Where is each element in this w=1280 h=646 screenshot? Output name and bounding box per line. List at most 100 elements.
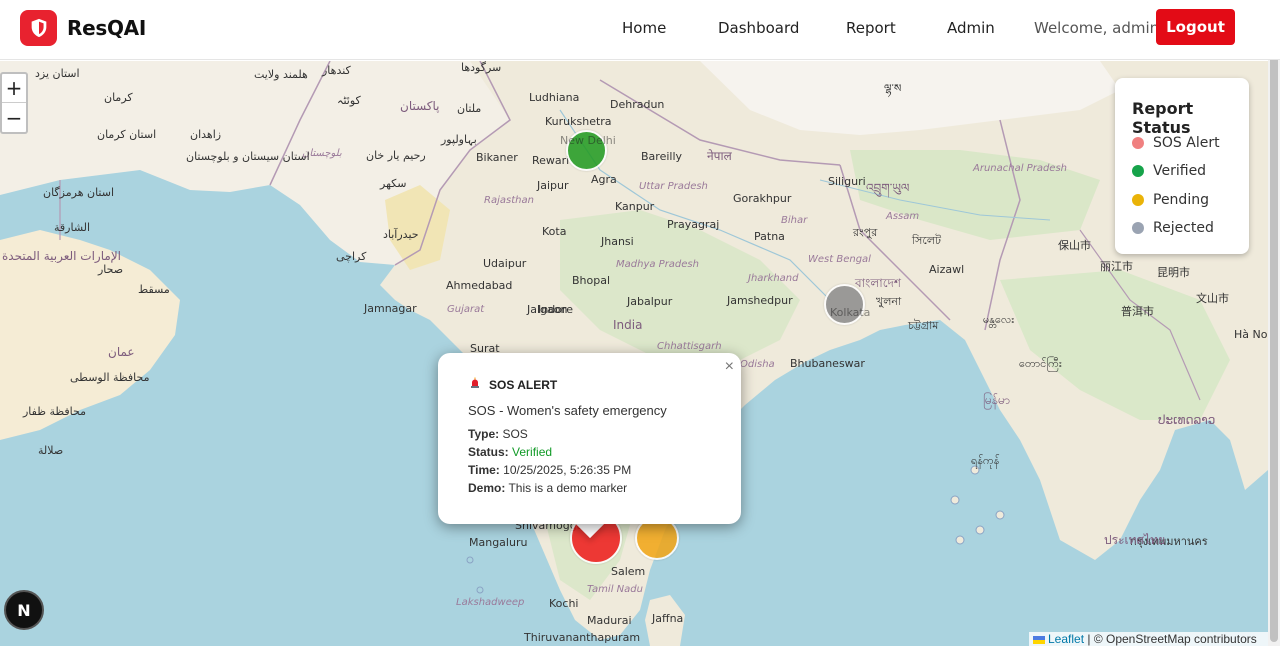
- nav-dashboard-link[interactable]: Dashboard: [718, 19, 799, 37]
- map-label: Assam: [886, 211, 920, 222]
- map-label: 昆明市: [1157, 266, 1190, 279]
- map-label: বাংলাদেশ: [855, 276, 901, 290]
- map-label: Thiruvananthapuram: [524, 631, 641, 644]
- map-label: Jamnagar: [364, 302, 417, 315]
- popup-close-button[interactable]: ×: [725, 358, 734, 376]
- map-label: Kota: [542, 225, 567, 238]
- nav-report-link[interactable]: Report: [846, 19, 896, 37]
- popup-field-label: Type:: [468, 427, 500, 441]
- map-label: Kochi: [549, 597, 579, 610]
- rejected-dot-icon: [1132, 222, 1144, 234]
- map-label: တောင်ကြီး: [1019, 357, 1062, 370]
- popup-status-row: Status: Verified: [468, 445, 552, 459]
- map-label: کراچی: [336, 250, 367, 263]
- map-label: هلمند ولایت: [254, 68, 308, 81]
- map-label: استان یزد: [35, 67, 80, 80]
- legend-item-sos: SOS Alert: [1132, 135, 1220, 151]
- zoom-in-button[interactable]: +: [2, 74, 26, 103]
- map-label: Patna: [754, 230, 785, 243]
- popup-type-row: Type: SOS: [468, 427, 528, 441]
- popup-header-label: SOS ALERT: [489, 377, 558, 392]
- map-label: رحیم یار خان: [366, 149, 426, 162]
- map-label: Udaipur: [483, 257, 527, 270]
- map-label: Uttar Pradesh: [639, 181, 708, 192]
- map-label: Dehradun: [610, 98, 665, 111]
- legend-title: Report Status: [1132, 99, 1194, 137]
- legend-item-rejected: Rejected: [1132, 220, 1214, 236]
- popup-header: SOS ALERT: [469, 377, 557, 392]
- map-label: Jalgaon: [527, 303, 568, 316]
- map-label: খুলনা: [876, 295, 902, 308]
- map-label: မန္တလေး: [983, 313, 1015, 326]
- map-label: সিলেট: [912, 234, 942, 247]
- map-label: کرمان: [104, 91, 133, 104]
- map-label: Bareilly: [641, 150, 683, 163]
- zoom-out-button[interactable]: −: [2, 103, 26, 132]
- popup-field-value: 10/25/2025, 5:26:35 PM: [503, 463, 632, 477]
- map-label: Jaffna: [652, 612, 684, 625]
- popup-field-label: Status:: [468, 445, 509, 459]
- map-label: Bihar: [781, 215, 808, 226]
- logout-button[interactable]: Logout: [1156, 9, 1235, 45]
- nav-home-link[interactable]: Home: [622, 19, 666, 37]
- scrollbar-thumb[interactable]: [1270, 2, 1278, 642]
- map-label: کوئٹہ: [337, 94, 361, 107]
- report-status-legend: Report Status SOS Alert Verified Pending…: [1115, 78, 1249, 254]
- map-label: Arunachal Pradesh: [973, 163, 1067, 174]
- popup-demo-row: Demo: This is a demo marker: [468, 481, 627, 495]
- legend-item-pending: Pending: [1132, 192, 1209, 208]
- shield-icon[interactable]: [20, 10, 57, 46]
- map-label: عمان: [108, 345, 135, 359]
- nav-admin-link[interactable]: Admin: [947, 19, 995, 37]
- map-label: ལྷ་ས: [884, 82, 902, 95]
- map-label: Siliguri: [828, 175, 866, 188]
- map-label: འབྲུག་ཡུལ: [866, 181, 910, 195]
- map-label: Aizawl: [929, 263, 965, 276]
- popup-field-label: Demo:: [468, 481, 506, 495]
- legend-label: Verified: [1153, 163, 1207, 179]
- map-label: Mangaluru: [469, 536, 528, 549]
- map-label: Rewari: [532, 154, 570, 167]
- popup-time-row: Time: 10/25/2025, 5:26:35 PM: [468, 463, 631, 477]
- siren-icon: [469, 377, 481, 392]
- map-label: الشارقة: [54, 221, 91, 234]
- map-label: Madhya Pradesh: [616, 259, 699, 270]
- map-label: Rajasthan: [484, 195, 534, 206]
- map-label: Kanpur: [615, 200, 655, 213]
- page-scrollbar[interactable]: [1268, 0, 1280, 646]
- map-label: नेपाल: [707, 149, 732, 163]
- map-label: Salem: [611, 565, 646, 578]
- map-label: Bhubaneswar: [790, 357, 865, 370]
- map-label: Tamil Nadu: [587, 584, 643, 595]
- ukraine-flag-icon: [1033, 635, 1045, 644]
- map-label: Gujarat: [447, 304, 485, 315]
- map-label: Prayagraj: [667, 218, 720, 231]
- map-label: New Delhi: [560, 134, 616, 147]
- brand-name[interactable]: ResQAI: [67, 16, 146, 40]
- map-label: Gorakhpur: [733, 192, 792, 205]
- map-label: Jharkhand: [748, 273, 799, 284]
- map-label: Chhattisgarh: [657, 341, 722, 352]
- legend-label: Rejected: [1153, 220, 1214, 236]
- map-attribution: Leaflet | © OpenStreetMap contributors: [1029, 632, 1268, 646]
- sos-dot-icon: [1132, 137, 1144, 149]
- verified-dot-icon: [1132, 165, 1144, 177]
- leaflet-link[interactable]: Leaflet: [1048, 632, 1084, 646]
- map-label: پاکستان: [400, 99, 440, 113]
- map-label: سرگودھا: [461, 61, 502, 74]
- popup-status-value: Verified: [512, 445, 553, 459]
- map-label: صحار: [98, 263, 124, 276]
- map-label: 丽江市: [1100, 260, 1133, 273]
- map-label: کندهار: [322, 64, 351, 77]
- welcome-text: Welcome, admin: [1034, 19, 1160, 37]
- nextjs-badge[interactable]: N: [4, 590, 44, 630]
- legend-item-verified: Verified: [1132, 163, 1206, 179]
- map-label: West Bengal: [808, 254, 871, 265]
- legend-label: Pending: [1153, 192, 1209, 208]
- popup-field-value: SOS: [502, 427, 528, 441]
- map-label: Odisha: [740, 359, 775, 370]
- popup-field-label: Time:: [468, 463, 500, 477]
- map-label: استان هرمزگان: [43, 186, 115, 199]
- map-label: রংপুর: [853, 226, 878, 239]
- map-label: بہاولپور: [441, 133, 477, 146]
